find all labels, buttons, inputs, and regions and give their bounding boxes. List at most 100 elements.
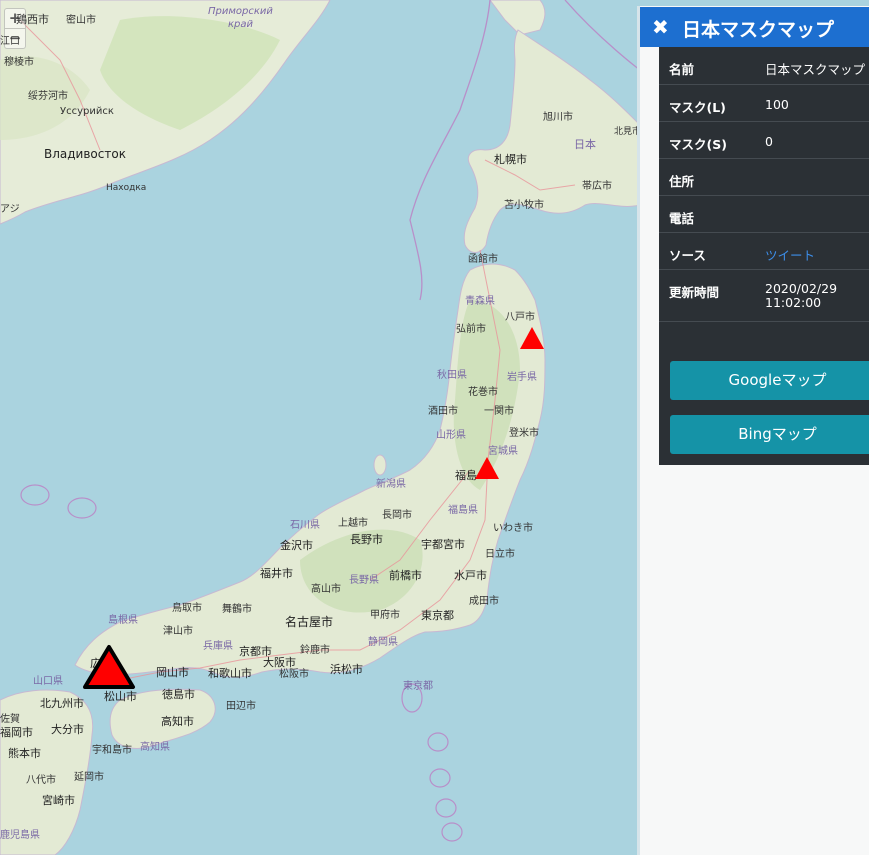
- place-label: 津山市: [163, 626, 193, 637]
- mask-marker[interactable]: [519, 326, 545, 350]
- place-label: 熊本市: [8, 747, 41, 760]
- place-label: 花巻市: [468, 387, 498, 398]
- region-label: 秋田県: [437, 370, 467, 381]
- place-label: 水戸市: [454, 569, 487, 582]
- place-label: 鳥取市: [172, 603, 202, 614]
- place-label: 宮崎市: [42, 794, 75, 807]
- row-value: 0: [761, 121, 869, 159]
- row-key: 名前: [659, 47, 761, 85]
- update-time: 11:02:00: [765, 294, 822, 310]
- place-label: 一関市: [484, 406, 514, 417]
- table-row: マスク(S) 0: [659, 121, 869, 159]
- region-label: 長野県: [349, 575, 379, 586]
- row-value: 2020/02/29 11:02:00: [761, 269, 869, 322]
- place-label: 長野市: [350, 533, 383, 546]
- place-label: 宇和島市: [92, 745, 132, 756]
- region-label: 東京都: [403, 681, 433, 692]
- place-label: 長岡市: [382, 510, 412, 521]
- place-label: アジ: [0, 204, 20, 215]
- place-label: 高知市: [161, 715, 194, 728]
- region-label: 静岡県: [368, 637, 398, 648]
- place-label: いわき市: [493, 523, 533, 534]
- region-label: 鹿児島県: [0, 830, 40, 841]
- place-label: 江口: [0, 36, 20, 47]
- place-label: Уссурийск: [60, 106, 114, 117]
- mask-marker-selected[interactable]: [82, 644, 136, 690]
- place-label: 穆棱市: [4, 57, 34, 68]
- place-label: 帯広市: [582, 181, 612, 192]
- row-key: マスク(S): [659, 121, 761, 159]
- place-label: 成田市: [469, 596, 499, 607]
- region-label: 青森県: [465, 296, 495, 307]
- row-value: [761, 158, 869, 196]
- region-label: 高知県: [140, 742, 170, 753]
- place-label: 金沢市: [280, 539, 313, 552]
- place-label: 八戸市: [505, 312, 535, 323]
- row-key: ソース: [659, 232, 761, 270]
- place-label: 名古屋市: [285, 615, 334, 629]
- place-label: 和歌山市: [208, 667, 252, 680]
- place-label: 松山市: [104, 690, 137, 703]
- row-key: マスク(L): [659, 84, 761, 122]
- bing-maps-button[interactable]: Bingマップ: [670, 415, 869, 454]
- place-label: 延岡市: [74, 772, 104, 783]
- place-label: 绥芬河市: [28, 91, 68, 102]
- row-key: 電話: [659, 195, 761, 233]
- table-row: 電話: [659, 195, 869, 233]
- place-label: 宇都宮市: [421, 538, 465, 551]
- region-label: 石川県: [290, 520, 320, 531]
- place-label: 徳島市: [162, 688, 195, 701]
- place-label: 舞鶴市: [222, 604, 252, 615]
- tweet-link[interactable]: ツイート: [765, 248, 815, 263]
- place-label: 東京都: [421, 609, 454, 622]
- mask-marker[interactable]: [474, 456, 500, 480]
- place-label: 福岡市: [0, 726, 33, 739]
- place-label: 弘前市: [456, 324, 486, 335]
- place-label: 田辺市: [226, 701, 256, 712]
- place-label: 松阪市: [279, 669, 309, 680]
- table-row: 更新時間 2020/02/29 11:02:00: [659, 269, 869, 322]
- row-value: ツイート: [761, 232, 869, 270]
- region-label: 新潟県: [376, 479, 406, 490]
- panel-header: ✖ 日本マスクマップ: [640, 7, 869, 47]
- place-label: 大分市: [51, 723, 84, 736]
- region-label: 福島県: [448, 505, 478, 516]
- panel-title: 日本マスクマップ: [682, 19, 835, 41]
- place-label: 旭川市: [543, 112, 573, 123]
- place-label: 酒田市: [428, 406, 458, 417]
- row-value: [761, 195, 869, 233]
- place-label: 鈴鹿市: [300, 645, 330, 656]
- table-row: 名前 日本マスクマップ: [659, 47, 869, 85]
- region-label: 宮城県: [488, 446, 518, 457]
- place-label: 札幌市: [494, 153, 527, 166]
- place-label: 浜松市: [330, 663, 363, 676]
- place-label: 上越市: [338, 518, 368, 529]
- place-label: 佐賀: [0, 714, 20, 725]
- row-key: 更新時間: [659, 269, 761, 322]
- place-label: 鶏西市: [16, 13, 49, 26]
- table-row: 住所: [659, 158, 869, 196]
- place-label: 登米市: [509, 428, 539, 439]
- table-row: マスク(L) 100: [659, 84, 869, 122]
- place-label: 密山市: [66, 15, 96, 26]
- place-label: 岡山市: [156, 666, 189, 679]
- region-label: 島根県: [108, 615, 138, 626]
- place-label: Находка: [106, 183, 147, 193]
- row-key: 住所: [659, 158, 761, 196]
- place-label: 八代市: [26, 775, 56, 786]
- place-label: 福井市: [260, 567, 293, 580]
- region-label: 兵庫県: [203, 641, 233, 652]
- region-label: 岩手県: [507, 372, 537, 383]
- google-maps-button[interactable]: Googleマップ: [670, 361, 869, 400]
- update-date: 2020/02/29: [765, 280, 838, 296]
- close-icon[interactable]: ✖: [652, 15, 669, 39]
- row-value: 100: [761, 84, 869, 122]
- info-panel: 名前 日本マスクマップ マスク(L) 100 マスク(S) 0 住所 電話 ソー…: [659, 47, 869, 465]
- place-label: 甲府市: [370, 610, 400, 621]
- place-label: 北九州市: [40, 697, 84, 710]
- region-label: Приморский: [208, 6, 273, 17]
- place-label: Владивосток: [44, 147, 126, 161]
- country-label: 日本: [574, 138, 596, 151]
- row-value: 日本マスクマップ: [761, 47, 869, 85]
- place-label: 苫小牧市: [504, 200, 544, 211]
